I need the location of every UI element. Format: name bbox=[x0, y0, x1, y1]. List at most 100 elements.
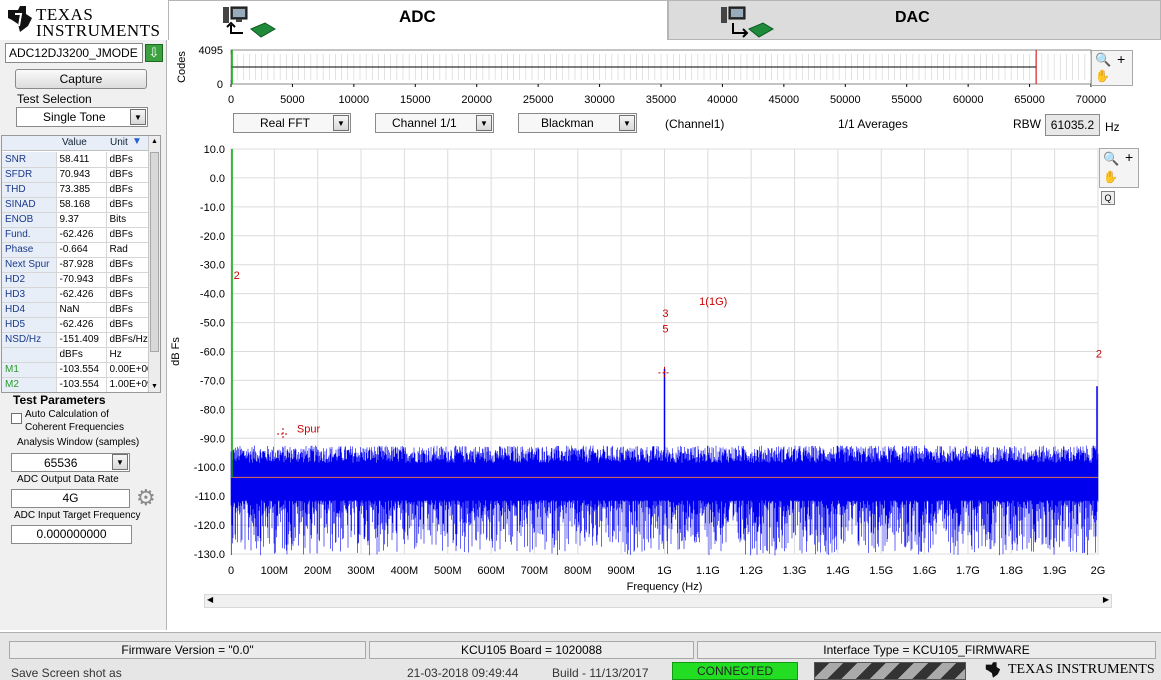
table-row[interactable]: HD2 -70.943 dBFs bbox=[2, 272, 151, 288]
fft-x-tick-label: 1.1G bbox=[696, 565, 720, 577]
table-row[interactable]: HD5 -62.426 dBFs bbox=[2, 317, 151, 333]
codes-chart-svg: 0 5000 10000 15000 20000 25000 30000 35000 40000… bbox=[176, 45, 1107, 106]
scroll-left-icon[interactable]: ◀ bbox=[207, 595, 213, 604]
row-name: THD bbox=[2, 182, 57, 198]
table-row[interactable]: SNR 58.411 dBFs bbox=[2, 152, 151, 168]
zoom-icon[interactable]: 🔍 bbox=[1103, 151, 1119, 167]
tab-adc[interactable]: ADC bbox=[168, 0, 668, 40]
fft-x-tick-label: 2G bbox=[1091, 565, 1106, 577]
fft-annotation: 1(1G) bbox=[699, 296, 727, 308]
table-scrollbar[interactable]: ▲ ▼ bbox=[148, 136, 160, 392]
codes-x-tick-label: 60000 bbox=[953, 94, 984, 106]
plus-icon[interactable]: + bbox=[1125, 149, 1133, 165]
fft-annotation: 2 bbox=[234, 270, 240, 282]
fft-y-tick-label: -70.0 bbox=[200, 375, 225, 387]
sort-arrow-icon[interactable]: ▼ bbox=[132, 136, 142, 147]
table-row[interactable]: ENOB 9.37 Bits bbox=[2, 212, 151, 228]
activity-stripes bbox=[814, 662, 966, 680]
capture-button[interactable]: Capture bbox=[15, 69, 147, 89]
window-value: Blackman bbox=[541, 116, 594, 130]
row-name: Fund. bbox=[2, 227, 57, 243]
chevron-down-icon[interactable]: ▼ bbox=[112, 454, 128, 470]
row-unit: dBFs bbox=[106, 272, 151, 288]
table-row[interactable]: THD 73.385 dBFs bbox=[2, 182, 151, 198]
codes-x-tick-label: 15000 bbox=[400, 94, 431, 106]
table-row[interactable]: NSD/Hz -151.409 dBFs/Hz bbox=[2, 332, 151, 348]
table-row[interactable]: Next Spur -87.928 dBFs bbox=[2, 257, 151, 273]
table-row[interactable]: M1 -103.554 0.00E+00 bbox=[2, 362, 151, 378]
device-load-button[interactable]: ⇩ bbox=[145, 44, 163, 62]
codes-x-tick-label: 0 bbox=[228, 94, 234, 106]
table-row[interactable]: SINAD 58.168 dBFs bbox=[2, 197, 151, 213]
channel-dropdown[interactable]: Channel 1/1 ▼ bbox=[375, 113, 494, 133]
window-dropdown[interactable]: Blackman ▼ bbox=[518, 113, 637, 133]
fft-y-axis-label: dB Fs bbox=[170, 337, 182, 366]
scroll-down-icon[interactable]: ▼ bbox=[151, 383, 158, 390]
save-screenshot-label[interactable]: Save Screen shot as bbox=[11, 666, 122, 680]
fft-x-tick-label: 200M bbox=[304, 565, 332, 577]
codes-x-tick-label: 10000 bbox=[339, 94, 370, 106]
datetime: 21-03-2018 09:49:44 bbox=[407, 666, 519, 680]
zoom-fit-icon[interactable]: Q bbox=[1101, 191, 1115, 205]
fft-x-tick-label: 100M bbox=[261, 565, 289, 577]
fft-zoom-tool-box: 🔍 + ✋ bbox=[1099, 148, 1139, 188]
channel-text: (Channel1) bbox=[665, 117, 725, 131]
table-row[interactable]: HD3 -62.426 dBFs bbox=[2, 287, 151, 303]
auto-calc-label: Auto Calculation of bbox=[25, 409, 109, 420]
pan-hand-icon[interactable]: ✋ bbox=[1103, 170, 1118, 184]
zoom-tool-box: 🔍 + ✋ bbox=[1091, 50, 1133, 86]
channel-value: Channel 1/1 bbox=[392, 116, 457, 130]
row-name: SNR bbox=[2, 152, 57, 168]
auto-calc-checkbox[interactable] bbox=[11, 413, 22, 424]
input-target-field[interactable]: 0.000000000 bbox=[11, 525, 132, 544]
chart-horizontal-scrollbar[interactable]: ◀ ▶ bbox=[204, 594, 1112, 608]
row-value: 70.943 bbox=[56, 167, 107, 183]
results-table: Value Unit ▼ SNR 58.411 dBFs SFDR 70.943 dBFs… bbox=[1, 135, 161, 393]
table-row[interactable]: dBFs Hz bbox=[2, 347, 151, 363]
table-row[interactable]: HD4 NaN dBFs bbox=[2, 302, 151, 318]
rbw-field: 61035.2 bbox=[1045, 114, 1100, 136]
scroll-up-icon[interactable]: ▲ bbox=[151, 138, 158, 145]
codes-x-tick-label: 70000 bbox=[1076, 94, 1107, 106]
analysis-window-dropdown[interactable]: 65536 ▼ bbox=[11, 453, 130, 472]
scroll-right-icon[interactable]: ▶ bbox=[1103, 595, 1109, 604]
row-value: 58.411 bbox=[56, 152, 107, 168]
footer-logo: Texas Instruments bbox=[982, 661, 1157, 680]
chevron-down-icon[interactable]: ▼ bbox=[619, 115, 635, 131]
zoom-icon[interactable]: 🔍 bbox=[1095, 52, 1111, 68]
gear-icon[interactable]: ⚙ bbox=[136, 487, 158, 509]
fft-annotation: 3 bbox=[662, 308, 668, 320]
pan-hand-icon[interactable]: ✋ bbox=[1095, 69, 1110, 83]
output-rate-label: ADC Output Data Rate bbox=[17, 474, 119, 485]
fft-x-tick-label: 1.7G bbox=[956, 565, 980, 577]
row-name: HD4 bbox=[2, 302, 57, 318]
interface-type: Interface Type = KCU105_FIRMWARE bbox=[697, 641, 1156, 659]
device-field[interactable]: ADC12DJ3200_JMODE bbox=[5, 43, 143, 63]
chevron-down-icon[interactable]: ▼ bbox=[130, 109, 146, 125]
interface-text: Interface Type = KCU105_FIRMWARE bbox=[823, 643, 1030, 657]
fft-y-tick-label: -130.0 bbox=[194, 549, 225, 561]
footer-logo-text: Texas Instruments bbox=[1008, 662, 1155, 677]
scroll-thumb[interactable] bbox=[150, 152, 159, 352]
row-unit: 0.00E+00 bbox=[106, 362, 151, 378]
fft-x-tick-label: 1.9G bbox=[1043, 565, 1067, 577]
tab-dac[interactable]: DAC bbox=[668, 0, 1161, 40]
row-value: -87.928 bbox=[56, 257, 107, 273]
row-value: -103.554 bbox=[56, 362, 107, 378]
fft-x-tick-label: 1.4G bbox=[826, 565, 850, 577]
chevron-down-icon[interactable]: ▼ bbox=[476, 115, 492, 131]
board-info: KCU105 Board = 1020088 bbox=[369, 641, 694, 659]
table-row[interactable]: Phase -0.664 Rad bbox=[2, 242, 151, 258]
row-value: 9.37 bbox=[56, 212, 107, 228]
plus-icon[interactable]: + bbox=[1117, 51, 1125, 67]
chevron-down-icon[interactable]: ▼ bbox=[333, 115, 349, 131]
output-rate-field[interactable]: 4G bbox=[11, 489, 130, 508]
test-selection-dropdown[interactable]: Single Tone ▼ bbox=[16, 107, 148, 127]
row-value: 58.168 bbox=[56, 197, 107, 213]
table-row[interactable]: Fund. -62.426 dBFs bbox=[2, 227, 151, 243]
fft-y-tick-label: -50.0 bbox=[200, 318, 225, 330]
fft-type-dropdown[interactable]: Real FFT ▼ bbox=[233, 113, 351, 133]
connected-badge: CONNECTED bbox=[672, 662, 798, 680]
table-row[interactable]: M2 -103.554 1.00E+09 bbox=[2, 377, 151, 392]
table-row[interactable]: SFDR 70.943 dBFs bbox=[2, 167, 151, 183]
